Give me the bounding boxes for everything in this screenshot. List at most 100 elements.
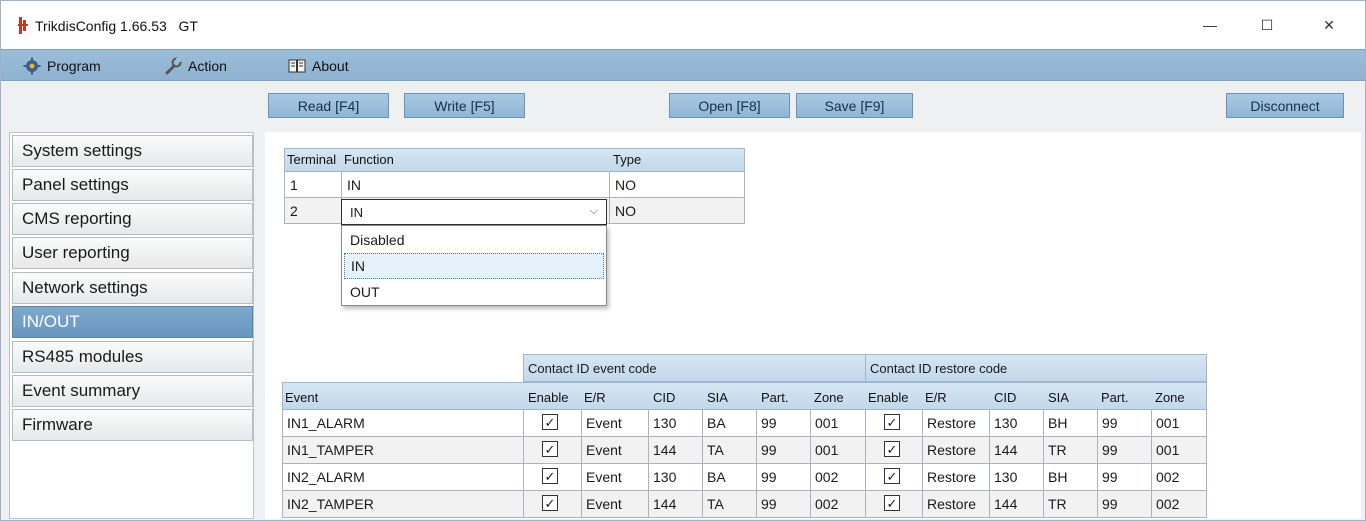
zone-cell[interactable]: 002 — [811, 464, 866, 490]
col-sia: SIA — [707, 390, 728, 405]
er-cell[interactable]: Event — [582, 491, 649, 517]
part-cell[interactable]: 99 — [757, 491, 811, 517]
restore-enable-cell: ✓ — [866, 437, 923, 463]
disconnect-button[interactable]: Disconnect — [1226, 93, 1344, 118]
restore-er-cell[interactable]: Restore — [923, 410, 990, 436]
sia-cell[interactable]: BA — [703, 410, 757, 436]
menu-action[interactable]: Action — [164, 50, 227, 82]
type-cell[interactable]: NO — [610, 198, 744, 223]
book-icon — [288, 59, 306, 73]
part-cell[interactable]: 99 — [757, 437, 811, 463]
sidebar-item-user-reporting[interactable]: User reporting — [12, 237, 253, 269]
function-cell[interactable]: IN — [342, 172, 610, 197]
restore-er-cell[interactable]: Restore — [923, 464, 990, 490]
close-button[interactable]: ✕ — [1306, 10, 1352, 40]
chevron-down-icon: ⌵ — [589, 205, 598, 217]
sidebar-item-in-out[interactable]: IN/OUT — [12, 306, 253, 338]
open-button[interactable]: Open [F8] — [669, 93, 790, 118]
restore-zone-cell[interactable]: 002 — [1152, 464, 1206, 490]
restore-cid-cell[interactable]: 130 — [990, 464, 1044, 490]
cid-cell[interactable]: 130 — [649, 464, 703, 490]
restore-sia-cell[interactable]: TR — [1044, 491, 1098, 517]
group-header-restore-code: Contact ID restore code — [865, 354, 1207, 382]
restore-zone-cell[interactable]: 001 — [1152, 437, 1206, 463]
event-name: IN2_TAMPER — [283, 491, 524, 517]
enable-cell: ✓ — [524, 410, 582, 436]
save-button[interactable]: Save [F9] — [796, 93, 913, 118]
dropdown-option-disabled[interactable]: Disabled — [344, 227, 604, 253]
minimize-button[interactable]: — — [1187, 10, 1233, 40]
restore-cid-cell[interactable]: 144 — [990, 437, 1044, 463]
sidebar-item-network-settings[interactable]: Network settings — [12, 272, 253, 304]
restore-enable-checkbox[interactable]: ✓ — [884, 495, 900, 511]
event-name: IN1_TAMPER — [283, 437, 524, 463]
zone-cell[interactable]: 001 — [811, 437, 866, 463]
er-cell[interactable]: Event — [582, 437, 649, 463]
write-button[interactable]: Write [F5] — [404, 93, 525, 118]
restore-part-cell[interactable]: 99 — [1098, 464, 1152, 490]
col-er: E/R — [584, 390, 606, 405]
sidebar-item-rs485-modules[interactable]: RS485 modules — [12, 341, 253, 373]
cid-cell[interactable]: 130 — [649, 410, 703, 436]
terminal-table-header: Terminal Function Type — [284, 148, 745, 172]
restore-er-cell[interactable]: Restore — [923, 437, 990, 463]
enable-checkbox[interactable]: ✓ — [542, 495, 558, 511]
menu-bar: Program Action About — [1, 49, 1365, 81]
function-combobox[interactable]: IN ⌵ — [341, 199, 607, 225]
restore-sia-cell[interactable]: TR — [1044, 437, 1098, 463]
restore-zone-cell[interactable]: 001 — [1152, 410, 1206, 436]
restore-part-cell[interactable]: 99 — [1098, 491, 1152, 517]
terminal-row: 1 IN NO — [284, 172, 745, 198]
sidebar-item-panel-settings[interactable]: Panel settings — [12, 169, 253, 201]
restore-zone-cell[interactable]: 002 — [1152, 491, 1206, 517]
restore-enable-cell: ✓ — [866, 491, 923, 517]
restore-cid-cell[interactable]: 130 — [990, 410, 1044, 436]
er-cell[interactable]: Event — [582, 464, 649, 490]
restore-enable-checkbox[interactable]: ✓ — [884, 441, 900, 457]
sia-cell[interactable]: TA — [703, 437, 757, 463]
zone-cell[interactable]: 002 — [811, 491, 866, 517]
sidebar-item-system-settings[interactable]: System settings — [12, 135, 253, 167]
cid-cell[interactable]: 144 — [649, 437, 703, 463]
restore-enable-checkbox[interactable]: ✓ — [884, 468, 900, 484]
menu-about[interactable]: About — [288, 50, 349, 82]
er-cell[interactable]: Event — [582, 410, 649, 436]
col-function: Function — [344, 152, 394, 167]
event-name: IN2_ALARM — [283, 464, 524, 490]
restore-part-cell[interactable]: 99 — [1098, 410, 1152, 436]
sia-cell[interactable]: TA — [703, 491, 757, 517]
restore-er-cell[interactable]: Restore — [923, 491, 990, 517]
zone-cell[interactable]: 001 — [811, 410, 866, 436]
restore-enable-cell: ✓ — [866, 464, 923, 490]
col-restore-sia: SIA — [1048, 390, 1069, 405]
restore-part-cell[interactable]: 99 — [1098, 437, 1152, 463]
dropdown-option-out[interactable]: OUT — [344, 279, 604, 305]
col-zone: Zone — [814, 390, 844, 405]
restore-sia-cell[interactable]: BH — [1044, 410, 1098, 436]
dropdown-option-in[interactable]: IN — [344, 253, 604, 279]
function-dropdown-list: Disabled IN OUT — [341, 225, 607, 306]
sidebar-item-cms-reporting[interactable]: CMS reporting — [12, 203, 253, 235]
enable-checkbox[interactable]: ✓ — [542, 468, 558, 484]
read-button[interactable]: Read [F4] — [268, 93, 389, 118]
maximize-button[interactable]: ☐ — [1244, 10, 1290, 40]
sidebar: System settings Panel settings CMS repor… — [9, 132, 254, 519]
menu-program[interactable]: Program — [23, 50, 101, 82]
restore-cid-cell[interactable]: 144 — [990, 491, 1044, 517]
sidebar-item-event-summary[interactable]: Event summary — [12, 375, 253, 407]
restore-sia-cell[interactable]: BH — [1044, 464, 1098, 490]
enable-checkbox[interactable]: ✓ — [542, 414, 558, 430]
event-row: IN1_TAMPER ✓ Event 144 TA 99 001 ✓ Resto… — [282, 437, 1207, 464]
enable-checkbox[interactable]: ✓ — [542, 441, 558, 457]
type-cell[interactable]: NO — [610, 172, 744, 197]
event-name: IN1_ALARM — [283, 410, 524, 436]
sia-cell[interactable]: BA — [703, 464, 757, 490]
wrench-icon — [165, 57, 182, 75]
part-cell[interactable]: 99 — [757, 464, 811, 490]
sidebar-item-firmware[interactable]: Firmware — [12, 409, 253, 441]
part-cell[interactable]: 99 — [757, 410, 811, 436]
restore-enable-checkbox[interactable]: ✓ — [884, 414, 900, 430]
col-type: Type — [613, 152, 642, 167]
cid-cell[interactable]: 144 — [649, 491, 703, 517]
col-restore-part: Part. — [1101, 390, 1129, 405]
